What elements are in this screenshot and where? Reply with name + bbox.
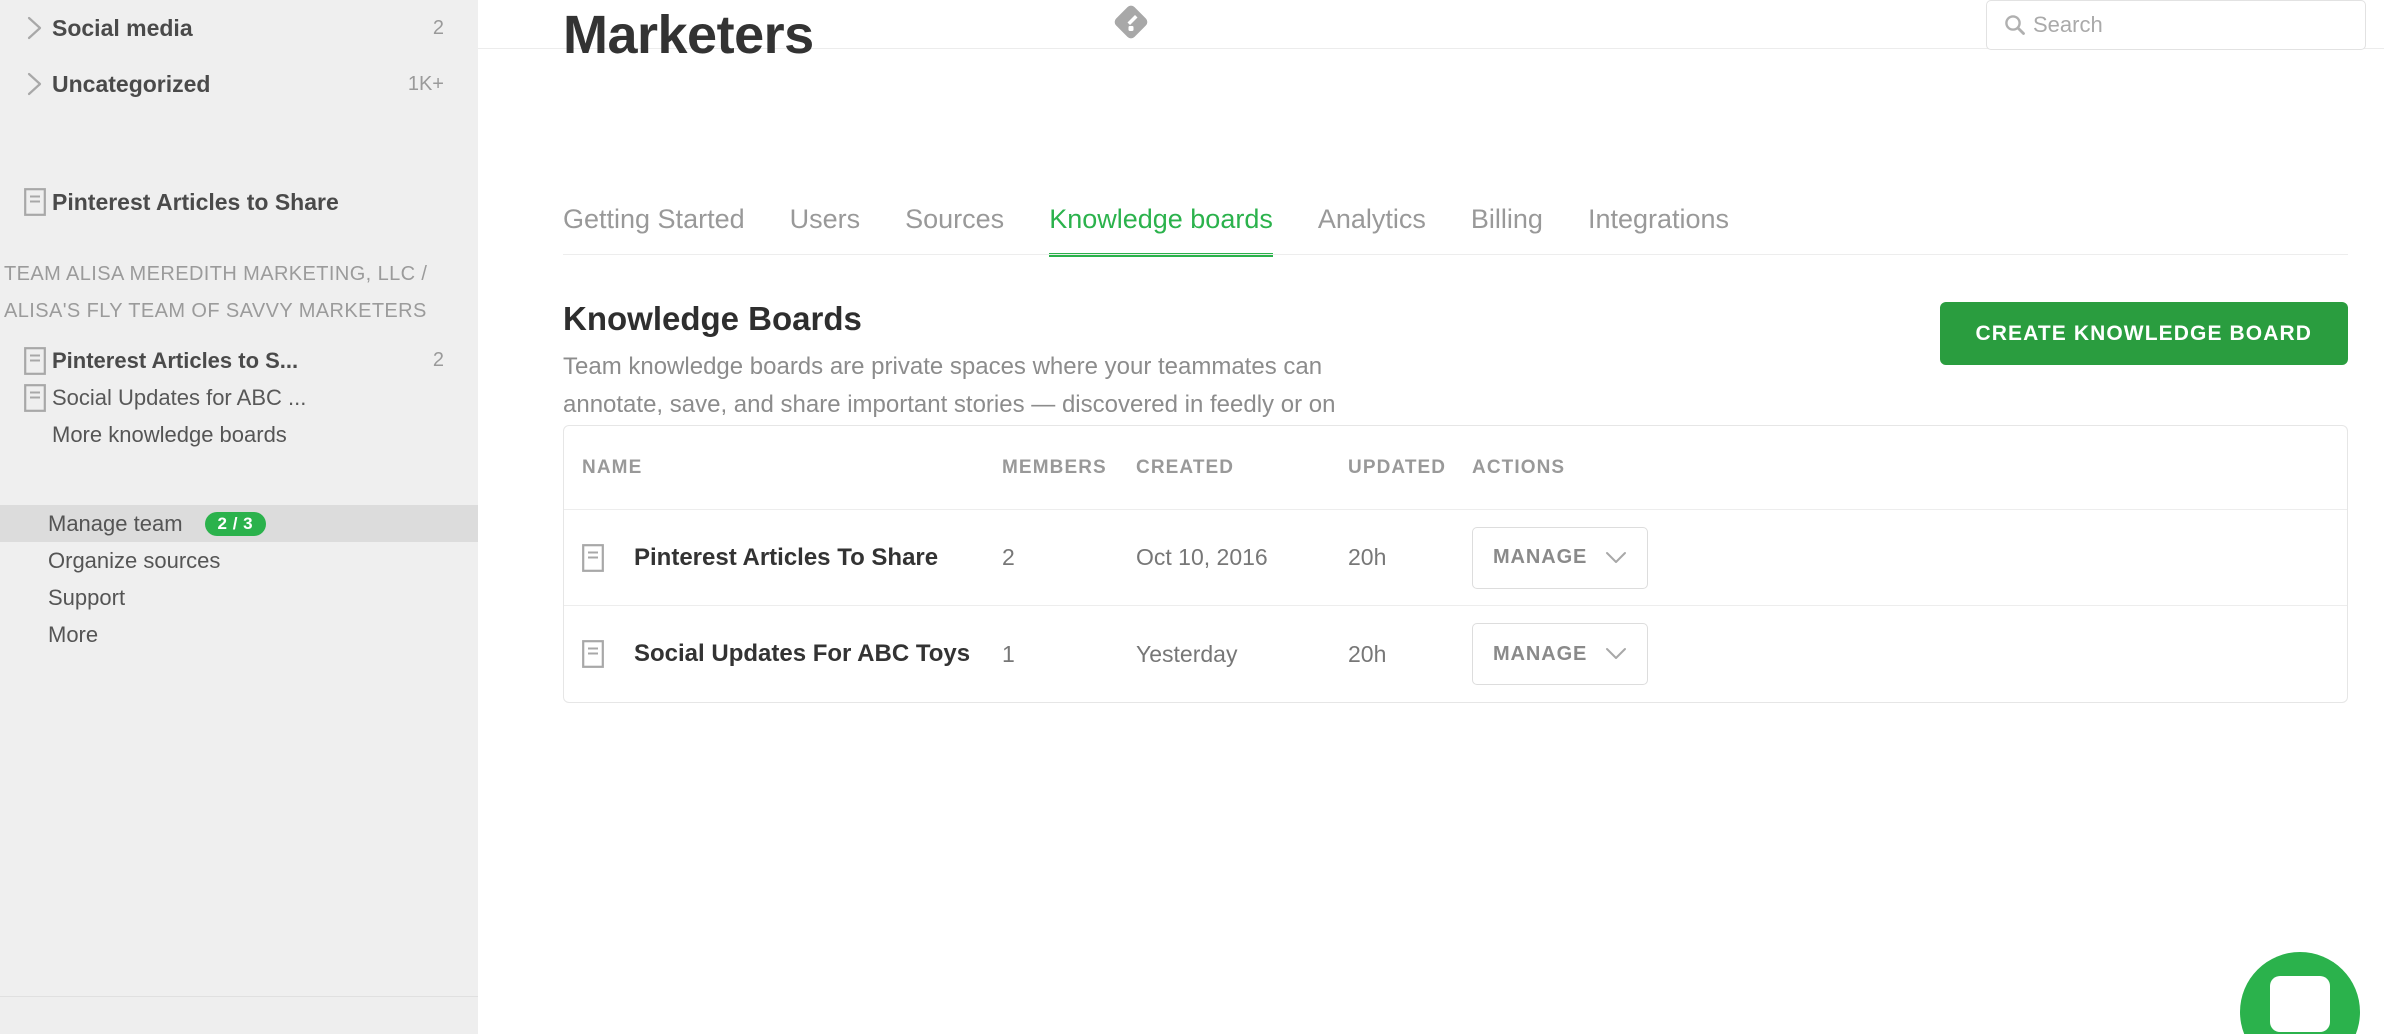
tab-bar: Getting Started Users Sources Knowledge … xyxy=(563,204,1729,257)
tab-analytics[interactable]: Analytics xyxy=(1318,204,1426,257)
board-members-count: 2 xyxy=(1002,544,1015,570)
board-icon xyxy=(582,543,634,572)
sidebar-item-more[interactable]: More xyxy=(0,616,478,653)
chevron-down-icon xyxy=(1605,551,1627,565)
manage-board-button[interactable]: MANAGE xyxy=(1472,526,1649,589)
sidebar-category-label: Uncategorized xyxy=(52,70,211,97)
chevron-right-icon xyxy=(18,71,52,97)
sidebar-bottom-label: Organize sources xyxy=(48,547,221,573)
sidebar-bottom-label: Manage team xyxy=(48,510,183,536)
chevron-down-icon xyxy=(1605,647,1627,661)
app-root: Social media 2 Uncategorized 1K+ Pintere… xyxy=(0,0,2384,1034)
sidebar-team-header: TEAM ALISA MEREDITH MARKETING, LLC / ALI… xyxy=(4,263,428,322)
manage-team-badge: 2 / 3 xyxy=(204,511,267,536)
column-header-members: MEMBERS xyxy=(1002,456,1107,478)
sidebar-bottom-label: Support xyxy=(48,584,126,610)
sidebar-bottom-strip xyxy=(0,996,478,1034)
board-name: Pinterest Articles To Share xyxy=(634,543,939,571)
sidebar-more-knowledge-boards[interactable]: More knowledge boards xyxy=(0,416,478,453)
manage-button-label: MANAGE xyxy=(1493,546,1588,568)
search-input[interactable] xyxy=(2033,12,2349,38)
board-icon xyxy=(18,383,52,412)
sidebar-bottom-nav: Manage team 2 / 3 Organize sources Suppo… xyxy=(0,505,478,653)
sidebar-category-label: Social media xyxy=(52,14,193,41)
sidebar-board-label: Pinterest Articles to Share xyxy=(52,188,339,215)
sidebar-category-uncategorized[interactable]: Uncategorized 1K+ xyxy=(0,56,478,112)
sidebar-more-boards-label: More knowledge boards xyxy=(52,421,287,447)
knowledge-boards-table: NAME MEMBERS CREATED UPDATED ACTIONS Pin… xyxy=(563,425,2348,703)
board-name: Social Updates For ABC Toys xyxy=(634,640,971,667)
board-icon xyxy=(18,346,52,375)
search-box[interactable] xyxy=(1986,0,2366,50)
tab-getting-started[interactable]: Getting Started xyxy=(563,204,745,257)
sidebar-category-count: 2 xyxy=(432,16,444,39)
sidebar-team-board-label: Social Updates for ABC ... xyxy=(52,384,307,410)
board-created-date: Yesterday xyxy=(1136,640,1238,667)
sidebar-item-support[interactable]: Support xyxy=(0,579,478,616)
search-icon xyxy=(2003,13,2033,37)
chevron-right-icon xyxy=(18,15,52,41)
sidebar-team-board-label: Pinterest Articles to S... xyxy=(52,347,299,373)
sidebar-team-board-social-updates[interactable]: Social Updates for ABC ... xyxy=(0,379,478,416)
intercom-chat-icon[interactable] xyxy=(2240,952,2360,1034)
sidebar-bottom-label: More xyxy=(48,621,99,647)
column-header-created: CREATED xyxy=(1136,456,1235,478)
manage-button-label: MANAGE xyxy=(1493,642,1588,665)
feedly-logo-icon[interactable] xyxy=(1113,4,1149,40)
tab-integrations[interactable]: Integrations xyxy=(1588,204,1729,257)
sidebar-category-count: 1K+ xyxy=(407,72,444,95)
board-created-date: Oct 10, 2016 xyxy=(1136,544,1268,570)
chat-bubble-shape xyxy=(2270,976,2330,1032)
board-icon xyxy=(18,188,52,216)
board-updated-time: 20h xyxy=(1348,544,1387,570)
sidebar: Social media 2 Uncategorized 1K+ Pintere… xyxy=(0,0,478,1034)
tab-billing[interactable]: Billing xyxy=(1471,204,1543,257)
main-content: Marketers Getting Started Users Sources … xyxy=(478,0,2384,1034)
tab-sources[interactable]: Sources xyxy=(905,204,1004,257)
create-knowledge-board-button[interactable]: CREATE KNOWLEDGE BOARD xyxy=(1939,302,2348,365)
tab-users[interactable]: Users xyxy=(790,204,861,257)
sidebar-item-manage-team[interactable]: Manage team 2 / 3 xyxy=(0,505,478,542)
sidebar-team-board-pinterest[interactable]: Pinterest Articles to S... 2 xyxy=(0,342,478,379)
sidebar-item-organize-sources[interactable]: Organize sources xyxy=(0,542,478,579)
page-title: Marketers xyxy=(563,5,814,65)
section-title: Knowledge Boards xyxy=(563,300,862,337)
tab-knowledge-boards[interactable]: Knowledge boards xyxy=(1049,204,1273,257)
table-row[interactable]: Social Updates For ABC Toys 1 Yesterday … xyxy=(564,606,2347,702)
board-updated-time: 20h xyxy=(1348,640,1387,667)
manage-board-button[interactable]: MANAGE xyxy=(1472,623,1649,685)
board-icon xyxy=(582,640,634,668)
table-header-row: NAME MEMBERS CREATED UPDATED ACTIONS xyxy=(564,426,2347,510)
sidebar-board-pinterest-articles[interactable]: Pinterest Articles to Share xyxy=(0,174,478,230)
sidebar-scroll-content: Social media 2 Uncategorized 1K+ Pintere… xyxy=(0,0,478,996)
tab-bar-underline xyxy=(563,254,2348,255)
column-header-actions: ACTIONS xyxy=(1472,456,1566,478)
table-row[interactable]: Pinterest Articles To Share 2 Oct 10, 20… xyxy=(564,510,2347,606)
board-members-count: 1 xyxy=(1002,640,1015,667)
sidebar-team-board-count: 2 xyxy=(432,349,444,371)
column-header-updated: UPDATED xyxy=(1348,456,1447,478)
sidebar-category-social-media[interactable]: Social media 2 xyxy=(0,0,478,56)
column-header-name: NAME xyxy=(582,456,643,478)
